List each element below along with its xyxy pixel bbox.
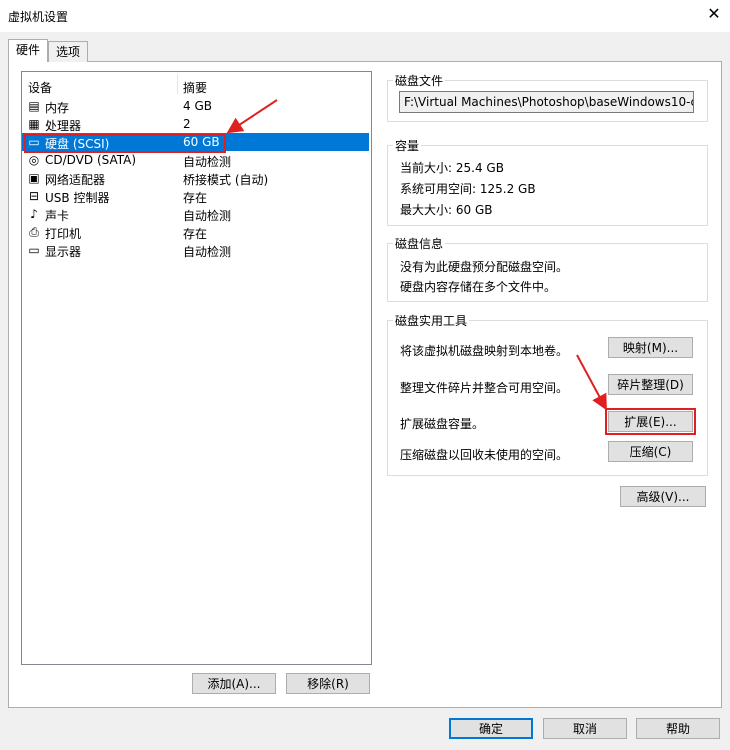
column-header-summary[interactable]: 摘要 [183,79,207,96]
device-row-printer[interactable]: ⎙ 打印机 存在 [22,223,369,241]
device-row-cd-dvd[interactable]: ◎ CD/DVD (SATA) 自动检测 [22,151,369,169]
device-summary: 2 [183,117,191,131]
ok-button[interactable]: 确定 [449,718,533,739]
disk-utilities-label: 磁盘实用工具 [393,312,470,329]
display-icon: ▭ [28,243,40,257]
annotation-highlight-hard-disk [24,134,226,153]
device-summary: 自动检测 [183,209,232,223]
device-name: USB 控制器 [45,191,110,205]
column-header-device[interactable]: 设备 [28,79,52,96]
device-summary: 4 GB [183,99,212,113]
network-adapter-icon: ▣ [28,171,40,185]
device-name: 声卡 [45,209,70,223]
available-space-text: 系统可用空间: 125.2 GB [400,182,536,196]
advanced-button[interactable]: 高级(V)... [620,486,706,507]
device-summary: 存在 [183,227,208,241]
device-row-network-adapter[interactable]: ▣ 网络适配器 桥接模式 (自动) [22,169,369,187]
printer-icon: ⎙ [29,225,39,239]
add-button[interactable]: 添加(A)... [192,673,276,694]
disk-info-line2: 硬盘内容存储在多个文件中。 [400,280,557,294]
compact-description: 压缩磁盘以回收未使用的空间。 [400,448,569,462]
map-description: 将该虚拟机磁盘映射到本地卷。 [400,344,569,358]
max-size-text: 最大大小: 60 GB [400,203,493,217]
expand-description: 扩展磁盘容量。 [400,417,485,431]
device-summary: 自动检测 [183,155,232,169]
disk-file-label: 磁盘文件 [393,72,446,89]
window-title: 虚拟机设置 [8,10,69,24]
disk-info-line1: 没有为此硬盘预分配磁盘空间。 [400,260,569,274]
disk-file-field[interactable]: F:\Virtual Machines\Photoshop\baseWindow… [399,91,694,113]
close-icon[interactable]: ✕ [704,4,724,24]
defragment-button[interactable]: 碎片整理(D) [608,374,693,395]
device-summary: 自动检测 [183,245,232,259]
device-row-display[interactable]: ▭ 显示器 自动检测 [22,241,369,259]
help-button[interactable]: 帮助 [636,718,720,739]
capacity-label: 容量 [393,137,422,154]
device-summary: 存在 [183,191,208,205]
disk-info-label: 磁盘信息 [393,235,446,252]
current-size-text: 当前大小: 25.4 GB [400,161,504,175]
cd-dvd-icon: ◎ [28,153,40,167]
tab-options[interactable]: 选项 [48,41,88,62]
remove-button[interactable]: 移除(R) [286,673,370,694]
defrag-description: 整理文件碎片并整合可用空间。 [400,381,569,395]
device-row-processor[interactable]: ▦ 处理器 2 [22,115,369,133]
column-divider [177,74,178,94]
annotation-highlight-expand [605,408,696,435]
device-row-usb[interactable]: ⊟ USB 控制器 存在 [22,187,369,205]
tab-hardware[interactable]: 硬件 [8,39,48,62]
device-name: 网络适配器 [45,173,106,187]
device-row-sound-card[interactable]: ♪ 声卡 自动检测 [22,205,369,223]
device-name: 显示器 [45,245,82,259]
device-name: CD/DVD (SATA) [45,153,137,167]
compact-button[interactable]: 压缩(C) [608,441,693,462]
processor-icon: ▦ [28,117,40,131]
sound-card-icon: ♪ [30,207,38,221]
device-row-memory[interactable]: ▤ 内存 4 GB [22,97,369,115]
title-bar [0,0,730,32]
usb-icon: ⊟ [28,189,40,203]
device-name: 内存 [45,101,70,115]
device-name: 处理器 [45,119,82,133]
cancel-button[interactable]: 取消 [543,718,627,739]
device-name: 打印机 [45,227,82,241]
device-summary: 桥接模式 (自动) [183,173,269,187]
map-button[interactable]: 映射(M)... [608,337,693,358]
memory-icon: ▤ [28,99,40,113]
